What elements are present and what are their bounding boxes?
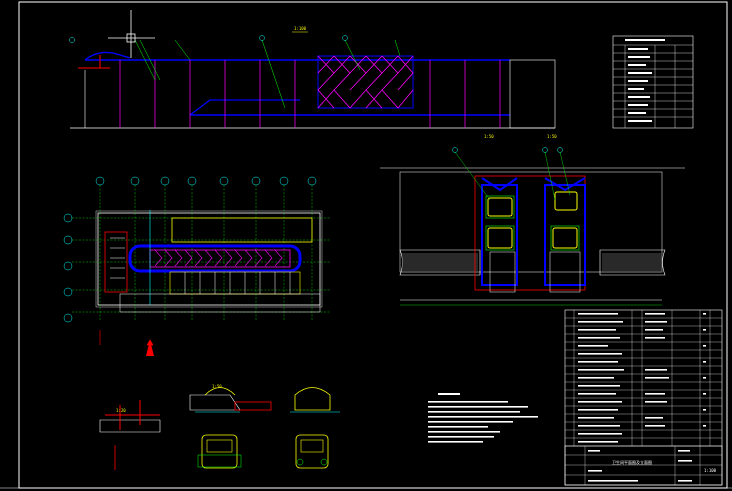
cad-drawing-canvas[interactable]: 1:100 1:50 1:50 1:20 1:50 卫生间平面图及立面图 1:1… — [0, 0, 732, 491]
section-scale-label-a: 1:50 — [484, 134, 494, 139]
section-scale-label-b: 1:50 — [547, 134, 557, 139]
sheet-scale: 1:100 — [704, 468, 717, 473]
detail-scale-label-b: 1:50 — [212, 384, 222, 389]
elevation-scale-label: 1:100 — [294, 26, 307, 31]
sheet-title: 卫生间平面图及立面图 — [612, 459, 652, 465]
detail-scale-label-a: 1:20 — [116, 408, 126, 413]
